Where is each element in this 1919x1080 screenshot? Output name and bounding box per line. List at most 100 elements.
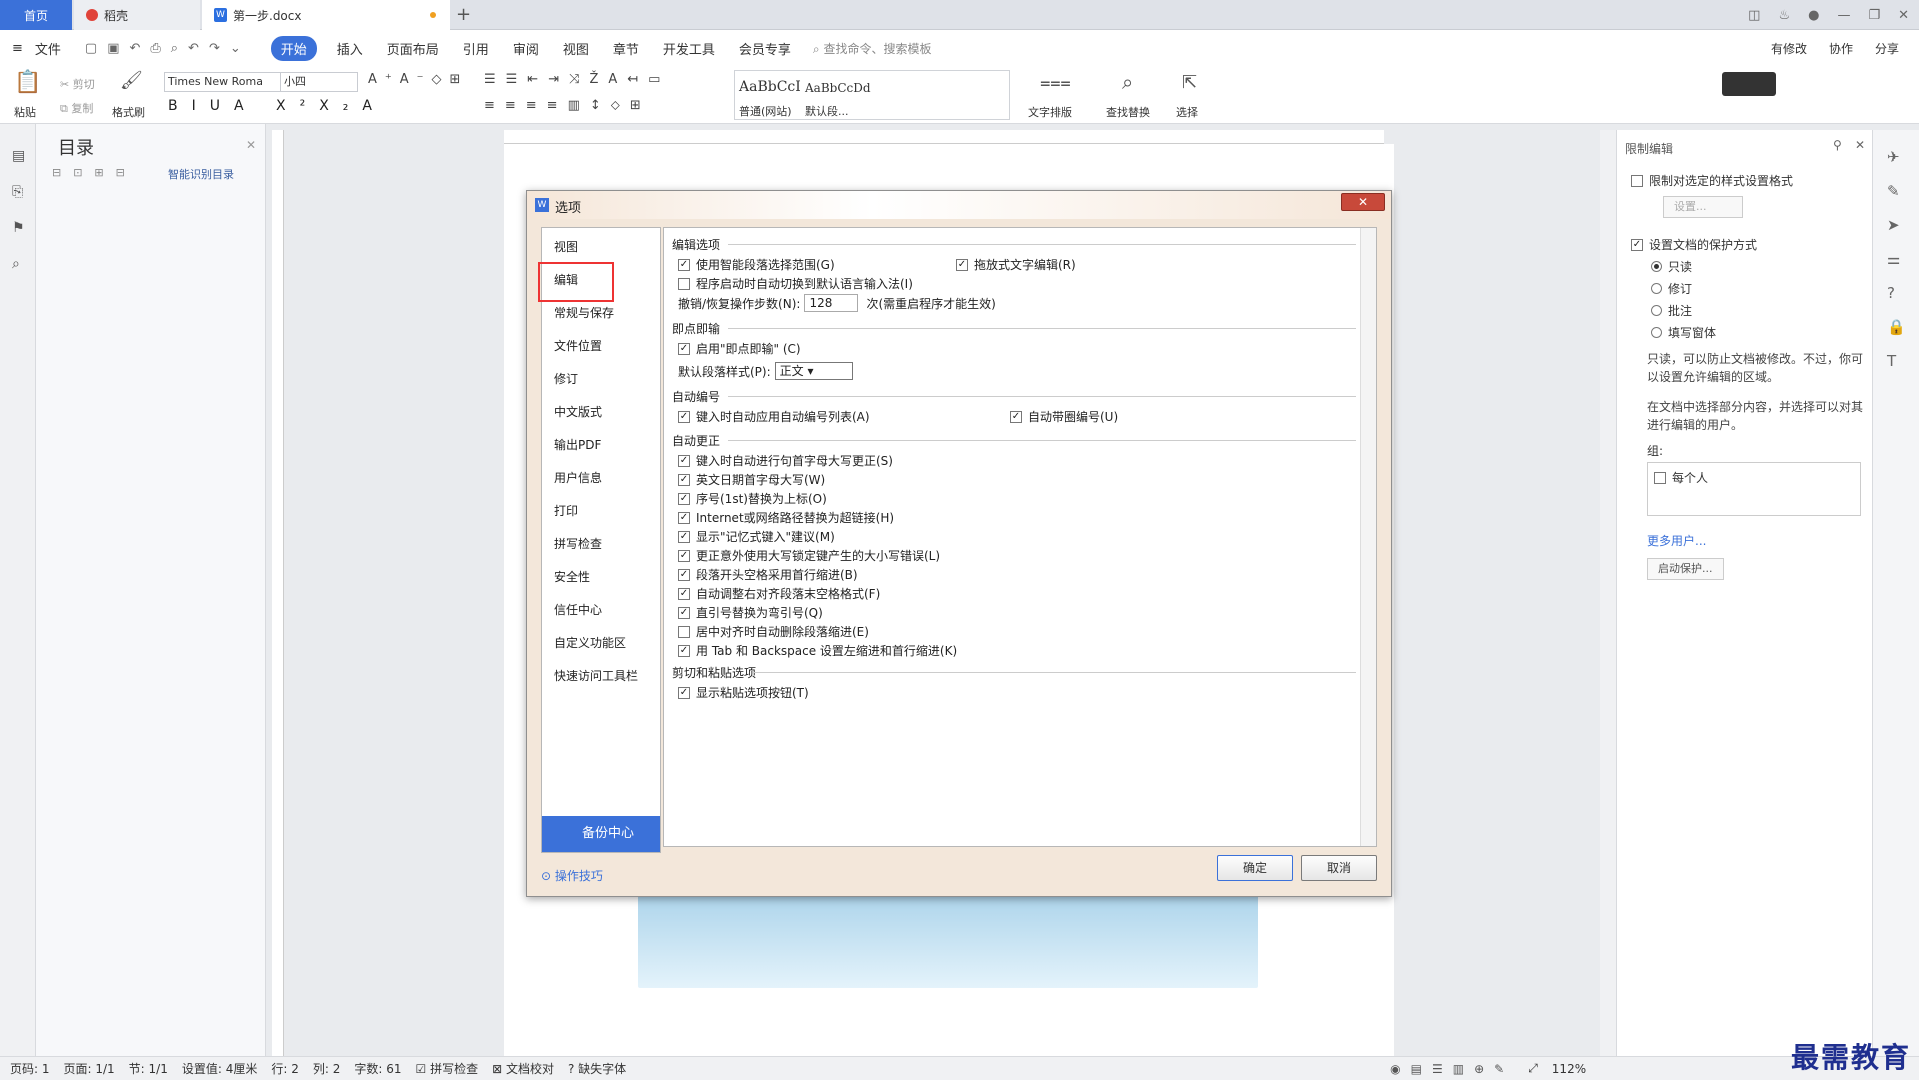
toc-tools[interactable]: ⊟⊡⊞⊟: [52, 166, 137, 179]
options-scrollbar[interactable]: [1360, 228, 1376, 846]
ac5-checkbox[interactable]: ✓: [678, 530, 690, 543]
toc-panel-icon[interactable]: ▤: [12, 138, 35, 174]
nav-edit[interactable]: 编辑: [554, 271, 578, 288]
nav-general-save[interactable]: 常规与保存: [554, 304, 614, 321]
ok-button[interactable]: 确定: [1217, 855, 1293, 881]
menu-insert[interactable]: 插入: [325, 39, 375, 58]
nav-file-location[interactable]: 文件位置: [554, 337, 602, 354]
nav-trust-center[interactable]: 信任中心: [554, 601, 602, 618]
auto-list-checkbox[interactable]: ✓: [678, 410, 690, 423]
menu-file[interactable]: 文件: [35, 39, 73, 58]
undo-steps-input[interactable]: 128: [804, 294, 859, 312]
dialog-close-button[interactable]: ✕: [1341, 193, 1385, 211]
tab-shell[interactable]: 稻壳: [74, 0, 200, 30]
spell-check-button[interactable]: ☑ 拼写检查: [415, 1060, 478, 1077]
recording-widget-icon[interactable]: [1722, 72, 1776, 96]
more-users-link[interactable]: 更多用户...: [1647, 532, 1706, 549]
backup-center-button[interactable]: 备份中心: [542, 816, 660, 852]
nav-export-pdf[interactable]: 输出PDF: [554, 436, 601, 453]
toc-ai-button[interactable]: 智能识别目录: [168, 166, 234, 182]
bookmark-icon[interactable]: ⚑: [12, 210, 35, 246]
menu-review[interactable]: 审阅: [501, 39, 551, 58]
nav-revision[interactable]: 修订: [554, 370, 578, 387]
document-image[interactable]: [638, 888, 1258, 988]
proofread-button[interactable]: ⊠ 文档校对: [492, 1060, 554, 1077]
restore-icon[interactable]: ❐: [1868, 8, 1880, 23]
menu-chapter[interactable]: 章节: [601, 39, 651, 58]
copy-button[interactable]: ⧉ 复制: [60, 100, 93, 116]
ac1-checkbox[interactable]: ✓: [678, 454, 690, 467]
nav-quick-access[interactable]: 快速访问工具栏: [554, 667, 638, 684]
paste-button[interactable]: 粘贴: [14, 104, 36, 120]
search-icon[interactable]: ⌕: [12, 246, 35, 282]
has-changes-button[interactable]: 有修改: [1771, 40, 1807, 57]
menu-dev-tools[interactable]: 开发工具: [651, 39, 727, 58]
pen-icon[interactable]: ✎: [1887, 174, 1919, 208]
font-style-tools[interactable]: BIUA X²X₂A: [168, 98, 386, 114]
auto-lang-checkbox[interactable]: [678, 277, 690, 290]
default-para-select[interactable]: 正文 ▾: [774, 362, 853, 380]
cancel-button[interactable]: 取消: [1301, 855, 1377, 881]
enable-instant-checkbox[interactable]: ✓: [678, 342, 690, 355]
share-button[interactable]: 分享: [1875, 40, 1899, 57]
style-gallery[interactable]: AaBbCcI 普通(网站) AaBbCcDd 默认段...: [734, 70, 1010, 120]
command-search[interactable]: ⌕ 查找命令、搜索模板: [813, 40, 932, 57]
find-replace-button[interactable]: 查找替换: [1106, 104, 1150, 120]
quick-tools[interactable]: ▢▣↶⎙⌕↶↷⌄: [73, 41, 263, 56]
ac6-checkbox[interactable]: ✓: [678, 549, 690, 562]
menu-member[interactable]: 会员专享: [727, 39, 803, 58]
toc-close-icon[interactable]: ✕: [246, 138, 256, 152]
fill-form-radio[interactable]: [1651, 327, 1662, 338]
close-icon[interactable]: ✕: [1898, 8, 1909, 23]
ac11-checkbox[interactable]: ✓: [678, 644, 690, 657]
ac3-checkbox[interactable]: ✓: [678, 492, 690, 505]
status-words[interactable]: 字数: 61: [354, 1060, 401, 1077]
tips-link[interactable]: ⊙ 操作技巧: [541, 867, 603, 884]
settings-button[interactable]: 设置...: [1663, 196, 1743, 218]
select-button[interactable]: 选择: [1176, 104, 1198, 120]
comment-radio[interactable]: [1651, 305, 1662, 316]
zoom-level[interactable]: 112%: [1552, 1062, 1586, 1076]
font-name-select[interactable]: Times New Roma: [164, 72, 284, 92]
everyone-checkbox[interactable]: [1654, 471, 1666, 484]
hamburger-icon[interactable]: ≡: [0, 41, 35, 56]
lock-icon[interactable]: 🔒: [1887, 310, 1919, 344]
fit-page-icon[interactable]: ⤢: [1528, 1061, 1538, 1076]
ac2-checkbox[interactable]: ✓: [678, 473, 690, 486]
nav-print[interactable]: 打印: [554, 502, 578, 519]
skin-icon[interactable]: ♨: [1778, 8, 1790, 23]
revision-radio[interactable]: [1651, 283, 1662, 294]
text-icon[interactable]: T: [1887, 344, 1919, 378]
format-painter-button[interactable]: 格式刷: [112, 104, 145, 120]
show-paste-checkbox[interactable]: ✓: [678, 686, 690, 699]
view-mode-icons[interactable]: ◉▤☰▥⊕✎: [1390, 1062, 1514, 1076]
start-protect-button[interactable]: 启动保护...: [1647, 558, 1724, 580]
missing-font-button[interactable]: ? 缺失字体: [568, 1060, 626, 1077]
format-limit-checkbox[interactable]: [1631, 174, 1643, 187]
font-size-select[interactable]: 小四: [280, 72, 358, 92]
minimize-icon[interactable]: —: [1837, 8, 1850, 23]
bird-icon[interactable]: ✈: [1887, 140, 1919, 174]
drag-edit-checkbox[interactable]: ✓: [956, 258, 968, 271]
nav-security[interactable]: 安全性: [554, 568, 590, 585]
nav-spell-check[interactable]: 拼写检查: [554, 535, 602, 552]
panel-close-icon[interactable]: ✕: [1855, 138, 1865, 152]
nav-chinese-layout[interactable]: 中文版式: [554, 403, 602, 420]
menu-page-layout[interactable]: 页面布局: [375, 39, 451, 58]
tab-document[interactable]: W 第一步.docx: [202, 0, 450, 30]
smart-para-checkbox[interactable]: ✓: [678, 258, 690, 271]
navigation-icon[interactable]: ⎘: [12, 174, 35, 210]
ac7-checkbox[interactable]: ✓: [678, 568, 690, 581]
paragraph-tools-top[interactable]: ☰☰⇤⇥⤨ŽA↤▭: [484, 72, 670, 87]
menu-reference[interactable]: 引用: [451, 39, 501, 58]
nav-view[interactable]: 视图: [554, 238, 578, 255]
cut-button[interactable]: ✂ 剪切: [60, 76, 95, 92]
protect-checkbox[interactable]: ✓: [1631, 238, 1643, 251]
tab-home[interactable]: 首页: [0, 0, 72, 30]
pin-icon[interactable]: ⚲: [1833, 138, 1842, 152]
nav-user-info[interactable]: 用户信息: [554, 469, 602, 486]
menu-view[interactable]: 视图: [551, 39, 601, 58]
layout-icon[interactable]: ◫: [1748, 8, 1760, 23]
sliders-icon[interactable]: ⚌: [1887, 242, 1919, 276]
new-tab-button[interactable]: +: [456, 4, 471, 25]
